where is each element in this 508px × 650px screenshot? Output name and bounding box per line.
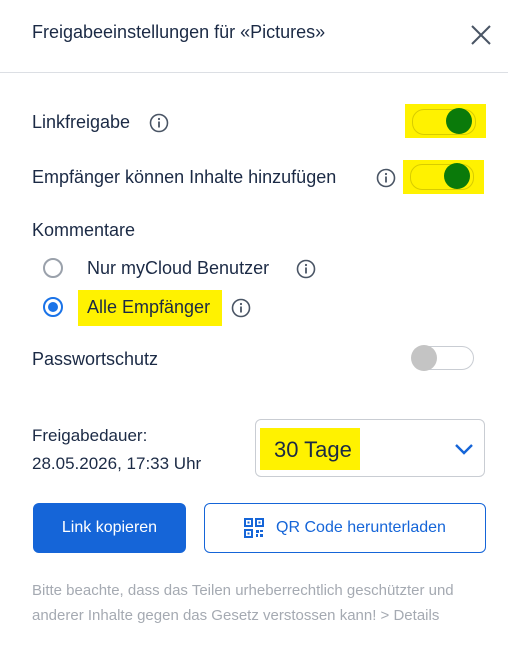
duration-expiry: 28.05.2026, 17:33 Uhr: [32, 454, 202, 473]
radio-mycloud-users-label[interactable]: Nur myCloud Benutzer: [87, 258, 269, 279]
radio-all-recipients[interactable]: [43, 297, 63, 317]
comments-heading: Kommentare: [32, 220, 136, 240]
link-share-toggle[interactable]: [412, 108, 476, 135]
dialog-title: Freigabeeinstellungen für «Pictures»: [32, 22, 326, 42]
recipients-add-toggle[interactable]: [410, 163, 474, 190]
toggle-knob: [444, 163, 470, 189]
chevron-down-icon[interactable]: [454, 442, 474, 456]
copy-link-button[interactable]: Link kopieren: [33, 503, 186, 553]
qr-download-button-label: QR Code herunterladen: [276, 519, 446, 536]
legal-footnote[interactable]: Bitte beachte, dass das Teilen urheberre…: [32, 578, 482, 628]
info-icon[interactable]: [149, 113, 169, 133]
close-icon[interactable]: [468, 22, 494, 48]
password-label: Passwortschutz: [32, 349, 159, 369]
link-share-label: Linkfreigabe: [32, 112, 131, 132]
toggle-knob: [446, 108, 472, 134]
radio-all-recipients-label[interactable]: Alle Empfänger: [87, 297, 210, 318]
qr-code-icon: [244, 518, 265, 538]
duration-label: Freigabedauer:: [32, 426, 148, 445]
password-toggle[interactable]: [411, 345, 474, 371]
info-icon[interactable]: [296, 259, 316, 279]
duration-select-value[interactable]: 30 Tage: [274, 437, 352, 463]
qr-download-button[interactable]: QR Code herunterladen: [204, 503, 486, 553]
copy-link-button-label: Link kopieren: [61, 519, 158, 536]
toggle-knob: [411, 345, 437, 371]
info-icon[interactable]: [376, 168, 396, 188]
info-icon[interactable]: [231, 298, 251, 318]
radio-mycloud-users[interactable]: [43, 258, 63, 278]
recipients-add-label: Empfänger können Inhalte hinzufügen: [32, 167, 337, 187]
